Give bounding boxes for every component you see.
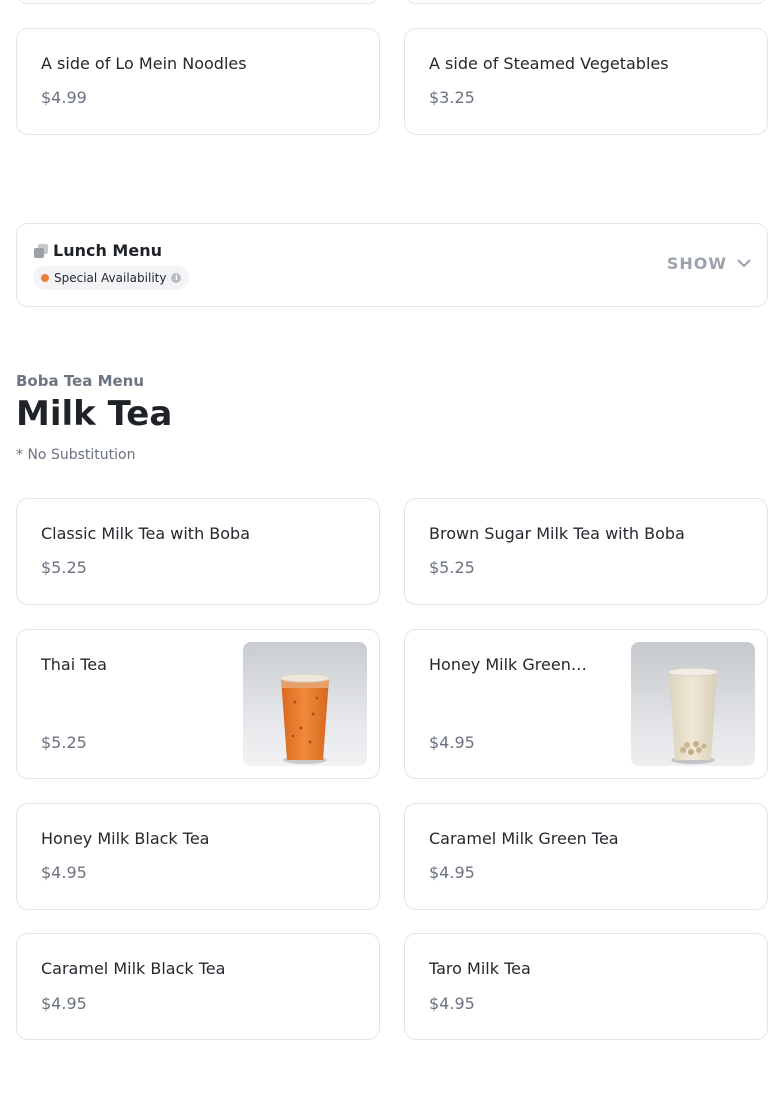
info-icon[interactable]: i [171,273,182,283]
menu-item-price: $4.95 [41,863,87,882]
lunch-menu-title: Lunch Menu [53,241,162,260]
menu-item-price: $5.25 [429,558,475,577]
thai-tea-photo [243,642,367,766]
menu-item-name: Honey Milk Green… [429,655,587,674]
section-eyebrow: Boba Tea Menu [16,372,145,390]
menu-item-price: $3.25 [429,88,475,107]
menu-item-name: Honey Milk Black Tea [41,829,210,848]
availability-label: Special Availability [54,271,167,285]
availability-badge: Special Availability i [33,266,190,290]
menu-item-price: $4.95 [429,863,475,882]
menu-item-card[interactable]: Thai Tea $5.25 [16,629,380,779]
show-toggle-button[interactable]: SHOW [667,254,751,273]
chevron-down-icon [737,259,751,267]
menu-item-card[interactable]: Honey Milk Green… $4.95 [404,629,768,779]
menu-item-price: $5.25 [41,733,87,752]
menu-item-price: $4.95 [429,733,475,752]
section-note: * No Substitution [16,447,136,463]
menu-item-price: $4.95 [41,994,87,1013]
menu-item-name: Brown Sugar Milk Tea with Boba [429,524,685,543]
menu-item-name: A side of Lo Mein Noodles [41,54,247,73]
menu-item-name: Caramel Milk Green Tea [429,829,619,848]
menu-item-name: Taro Milk Tea [429,959,531,978]
menu-item-name: Classic Milk Tea with Boba [41,524,251,543]
menu-item-card[interactable]: A side of Lo Mein Noodles $4.99 [16,28,380,135]
menu-item-card[interactable]: Taro Milk Tea $4.95 [404,933,768,1040]
menu-item-card[interactable]: A side of Steamed Vegetables $3.25 [404,28,768,135]
menu-item-card-partial[interactable] [404,0,768,4]
section-title: Milk Tea [16,394,173,434]
menu-item-price: $4.95 [429,994,475,1013]
menu-item-card-partial[interactable] [16,0,380,4]
menu-item-name: A side of Steamed Vegetables [429,54,669,73]
menu-item-card[interactable]: Brown Sugar Milk Tea with Boba $5.25 [404,498,768,605]
status-dot [41,274,49,282]
menu-item-card[interactable]: Caramel Milk Green Tea $4.95 [404,803,768,910]
menu-item-card[interactable]: Classic Milk Tea with Boba $5.25 [16,498,380,605]
menu-item-price: $5.25 [41,558,87,577]
menu-stack-icon [34,244,48,258]
menu-item-price: $4.99 [41,88,87,107]
menu-item-card[interactable]: Caramel Milk Black Tea $4.95 [16,933,380,1040]
menu-item-name: Caramel Milk Black Tea [41,959,226,978]
show-toggle-label: SHOW [666,254,727,273]
menu-item-card[interactable]: Honey Milk Black Tea $4.95 [16,803,380,910]
honey-milk-green-tea-photo [631,642,755,766]
menu-item-name: Thai Tea [41,655,107,674]
lunch-menu-panel[interactable]: Lunch Menu Special Availability i SHOW [16,223,768,307]
